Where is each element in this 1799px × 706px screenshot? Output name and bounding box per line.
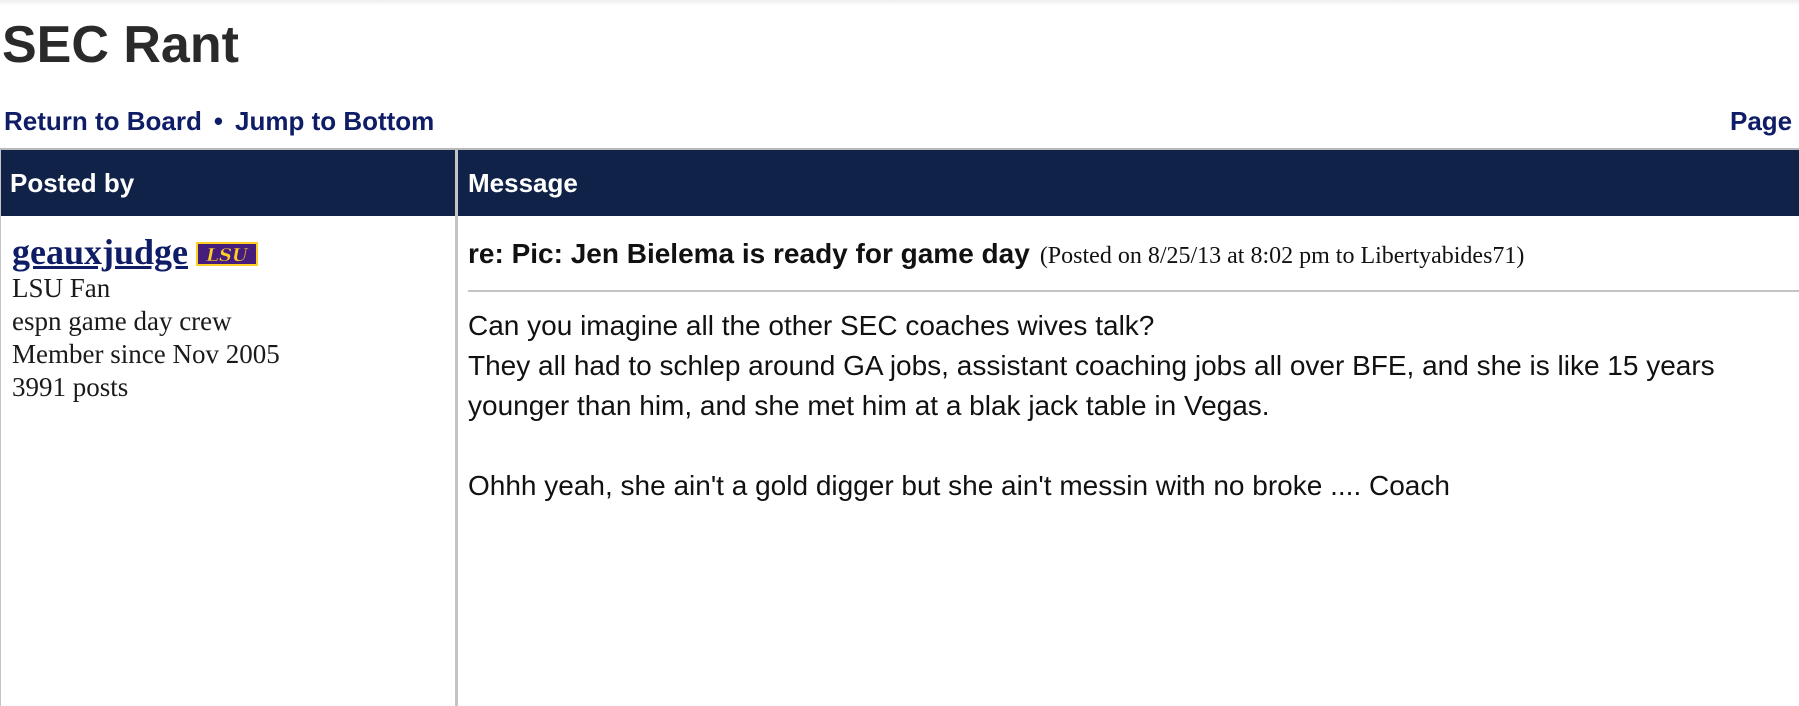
post-title: re: Pic: Jen Bielema is ready for game d… <box>468 238 1030 269</box>
author-post-count: 3991 posts <box>12 372 129 402</box>
lsu-logo-text: LSU <box>205 245 249 266</box>
post-body-line: Ohhh yeah, she ain't a gold digger but s… <box>468 470 1450 501</box>
author-tagline: espn game day crew <box>12 306 232 336</box>
author-line: geauxjudge LSU <box>12 232 444 272</box>
post-message-header: re: Pic: Jen Bielema is ready for game d… <box>468 232 1788 276</box>
table-header-row: Posted by Message <box>0 150 1799 216</box>
author-fan-of: LSU Fan <box>12 273 111 303</box>
post-body-line: Can you imagine all the other SEC coache… <box>468 310 1155 341</box>
thread-nav: Return to Board • Jump to Bottom <box>4 104 434 138</box>
lsu-logo-icon: LSU <box>196 241 259 267</box>
post-author-cell: geauxjudge LSU LSU Fan espn game day cre… <box>12 232 444 404</box>
board-title: SEC Rant <box>2 16 239 74</box>
post-body: Can you imagine all the other SEC coache… <box>468 306 1768 506</box>
jump-to-bottom-link[interactable]: Jump to Bottom <box>235 106 434 136</box>
header-posted-by: Posted by <box>10 168 135 198</box>
return-to-board-link[interactable]: Return to Board <box>4 106 202 136</box>
post-meta: (Posted on 8/25/13 at 8:02 pm to Liberty… <box>1039 243 1525 269</box>
column-divider <box>455 150 458 706</box>
author-member-since: Member since Nov 2005 <box>12 339 280 369</box>
nav-separator: • <box>213 106 223 136</box>
post-body-line: They all had to schlep around GA jobs, a… <box>468 350 1715 421</box>
author-name-link[interactable]: geauxjudge <box>12 232 188 272</box>
page-selector-link[interactable]: Page 1 <box>1730 104 1799 138</box>
top-shade <box>0 0 1799 6</box>
thread-table: Posted by Message geauxjudge LSU LSU Fan… <box>0 148 1799 706</box>
post-title-line: re: Pic: Jen Bielema is ready for game d… <box>468 232 1788 276</box>
table-left-border <box>0 150 1 706</box>
post-title-divider <box>468 290 1799 292</box>
header-message: Message <box>468 168 578 198</box>
